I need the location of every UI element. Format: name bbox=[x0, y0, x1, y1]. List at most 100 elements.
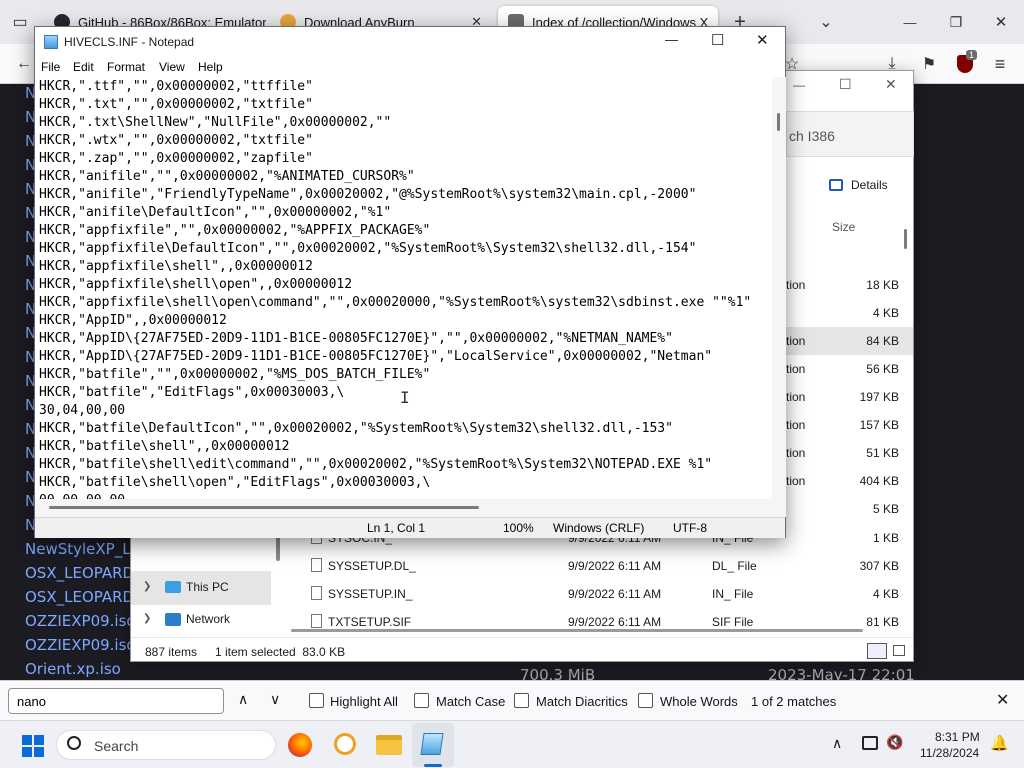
search-placeholder: Search bbox=[94, 738, 139, 754]
vertical-scroll-thumb[interactable] bbox=[777, 113, 780, 131]
directory-link[interactable]: OZZIEXP09.iso bbox=[25, 636, 136, 654]
file-type: DL_ File bbox=[712, 559, 757, 573]
whole-words-checkbox[interactable] bbox=[638, 693, 653, 708]
notepad-vertical-scrollbar[interactable] bbox=[772, 77, 786, 517]
explorer-maximize-button[interactable]: ☐ bbox=[839, 76, 852, 93]
menu-file[interactable]: File bbox=[41, 60, 60, 74]
directory-link[interactable]: OSX_LEOPARD bbox=[25, 564, 134, 582]
explorer-scrollbar[interactable] bbox=[904, 229, 907, 249]
clock-time[interactable]: 8:31 PM bbox=[935, 730, 980, 744]
details-label: Details bbox=[851, 178, 888, 192]
start-button[interactable] bbox=[22, 735, 44, 757]
highlight-all-label[interactable]: Highlight All bbox=[330, 694, 398, 709]
match-case-checkbox[interactable] bbox=[414, 693, 429, 708]
browser-minimize-button[interactable]: — bbox=[898, 10, 922, 34]
firefox-taskbar-icon[interactable] bbox=[288, 733, 312, 757]
file-row[interactable]: SYSSETUP.DL_ 9/9/2022 6:11 AM DL_ File 307 … bbox=[131, 552, 913, 580]
file-icon bbox=[311, 586, 322, 600]
file-size: 4 KB bbox=[872, 587, 899, 601]
anyburn-taskbar-icon[interactable] bbox=[334, 733, 356, 755]
text-encoding: UTF-8 bbox=[673, 521, 707, 535]
menu-view[interactable]: View bbox=[159, 60, 185, 74]
explorer-minimize-button[interactable]: — bbox=[793, 78, 805, 92]
file-size: 84 KB bbox=[866, 334, 899, 348]
browser-maximize-button[interactable]: ❐ bbox=[944, 10, 968, 34]
file-size: 5 KB bbox=[872, 502, 899, 516]
notepad-status-bar: Ln 1, Col 1 100% Windows (CRLF) UTF-8 bbox=[35, 517, 785, 538]
match-diacritics-checkbox[interactable] bbox=[514, 693, 529, 708]
text-line: HKCR,"batfile\shell\open","EditFlags",0x… bbox=[39, 475, 431, 490]
network-tray-icon[interactable] bbox=[862, 736, 878, 750]
text-line: HKCR,"batfile\shell",,0x00000012 bbox=[39, 439, 290, 454]
app-menu-button[interactable]: ≡ bbox=[988, 52, 1012, 76]
notepad-minimize-button[interactable]: — bbox=[665, 32, 678, 47]
horizontal-scroll-thumb[interactable] bbox=[49, 506, 479, 509]
details-pane-icon bbox=[829, 179, 843, 191]
file-size: 4 KB bbox=[872, 306, 899, 320]
menu-edit[interactable]: Edit bbox=[73, 60, 94, 74]
notepad-window-title: HIVECLS.INF - Notepad bbox=[64, 35, 195, 49]
file-type: SIF File bbox=[712, 615, 754, 629]
directory-link[interactable]: OZZIEXP09.iso bbox=[25, 612, 136, 630]
file-row[interactable]: SYSSETUP.IN_ 9/9/2022 6:11 AM IN_ File 4 KB bbox=[131, 580, 913, 608]
notepad-text-area[interactable]: HKCR,".ttf","",0x00000002,"ttffile" HKCR,… bbox=[39, 78, 772, 524]
tab-overview-icon[interactable]: ▭ bbox=[8, 10, 32, 34]
explorer-status-bar: 887 items 1 item selected 83.0 KB bbox=[131, 637, 913, 663]
menu-format[interactable]: Format bbox=[107, 60, 145, 74]
details-view-icon[interactable] bbox=[867, 643, 887, 659]
directory-link[interactable]: OSX_LEOPARD bbox=[25, 588, 134, 606]
match-diacritics-label[interactable]: Match Diacritics bbox=[536, 694, 628, 709]
directory-link[interactable]: Orient.xp.iso bbox=[25, 660, 121, 678]
file-size: 197 KB bbox=[859, 390, 899, 404]
text-line: HKCR,"batfile\DefaultIcon","",0x00020002… bbox=[39, 421, 673, 436]
file-name: TXTSETUP.SIF bbox=[328, 615, 412, 629]
notepad-close-button[interactable]: ✕ bbox=[756, 31, 769, 49]
file-date: 9/9/2022 6:11 AM bbox=[568, 615, 662, 629]
text-line: HKCR,"anifile","",0x00000002,"%ANIMATED_… bbox=[39, 169, 415, 184]
file-icon bbox=[311, 614, 322, 628]
size-column-header[interactable]: Size bbox=[832, 220, 855, 234]
find-close-button[interactable]: ✕ bbox=[996, 690, 1009, 710]
match-case-label[interactable]: Match Case bbox=[436, 694, 505, 709]
tiles-view-icon[interactable] bbox=[893, 645, 905, 656]
explorer-window-controls: — ☐ ✕ bbox=[785, 71, 915, 101]
text-line: HKCR,".txt","",0x00000002,"txtfile" bbox=[39, 97, 313, 112]
text-line: HKCR,"anifile","FriendlyTypeName",0x0002… bbox=[39, 187, 697, 202]
details-pane-button[interactable]: Details bbox=[829, 178, 888, 192]
file-size: 404 KB bbox=[859, 474, 899, 488]
taskbar-search-box[interactable]: Search bbox=[56, 730, 276, 760]
notepad-menu-bar: File Edit Format View Help bbox=[35, 57, 785, 77]
back-button[interactable]: ← bbox=[12, 52, 36, 76]
taskbar: Search ∧ 🔇 8:31 PM 11/28/2024 🔔 bbox=[0, 720, 1024, 768]
text-line: HKCR,".zap","",0x00000002,"zapfile" bbox=[39, 151, 313, 166]
notification-bell-icon[interactable]: 🔔 bbox=[990, 734, 1009, 752]
notepad-app-icon bbox=[44, 35, 58, 49]
file-date: 9/9/2022 6:11 AM bbox=[568, 587, 662, 601]
file-explorer-taskbar-icon[interactable] bbox=[376, 735, 402, 755]
find-previous-button[interactable]: ∧ bbox=[238, 691, 248, 708]
find-input[interactable] bbox=[8, 688, 224, 714]
browser-close-button[interactable]: ✕ bbox=[989, 10, 1013, 34]
ublock-icon[interactable]: 1 bbox=[953, 50, 978, 76]
notepad-horizontal-scrollbar[interactable] bbox=[35, 499, 772, 517]
menu-help[interactable]: Help bbox=[198, 60, 223, 74]
ublock-badge: 1 bbox=[966, 50, 978, 60]
extensions-icon[interactable]: ⚑ bbox=[917, 52, 941, 76]
file-type: IN_ File bbox=[712, 587, 754, 601]
text-line: HKCR,"appfixfile\shell",,0x00000012 bbox=[39, 259, 313, 274]
highlight-all-checkbox[interactable] bbox=[309, 693, 324, 708]
notepad-taskbar-icon[interactable] bbox=[420, 733, 444, 755]
explorer-search-box[interactable]: ch I386 bbox=[786, 111, 914, 157]
file-list-horizontal-scrollbar[interactable] bbox=[291, 629, 863, 632]
notepad-maximize-button[interactable]: ☐ bbox=[711, 31, 724, 49]
file-type: tion bbox=[786, 278, 806, 292]
tray-overflow-button[interactable]: ∧ bbox=[832, 735, 842, 752]
whole-words-label[interactable]: Whole Words bbox=[660, 694, 738, 709]
directory-link[interactable]: NewStyleXP_Lit bbox=[25, 540, 141, 558]
find-next-button[interactable]: ∨ bbox=[270, 691, 280, 708]
volume-mute-icon[interactable]: 🔇 bbox=[886, 734, 903, 751]
explorer-close-button[interactable]: ✕ bbox=[885, 76, 897, 93]
notepad-title-bar[interactable]: HIVECLS.INF - Notepad — ☐ ✕ bbox=[35, 27, 785, 57]
clock-date[interactable]: 11/28/2024 bbox=[920, 746, 979, 760]
list-all-tabs-button[interactable]: ⌄ bbox=[814, 10, 838, 34]
